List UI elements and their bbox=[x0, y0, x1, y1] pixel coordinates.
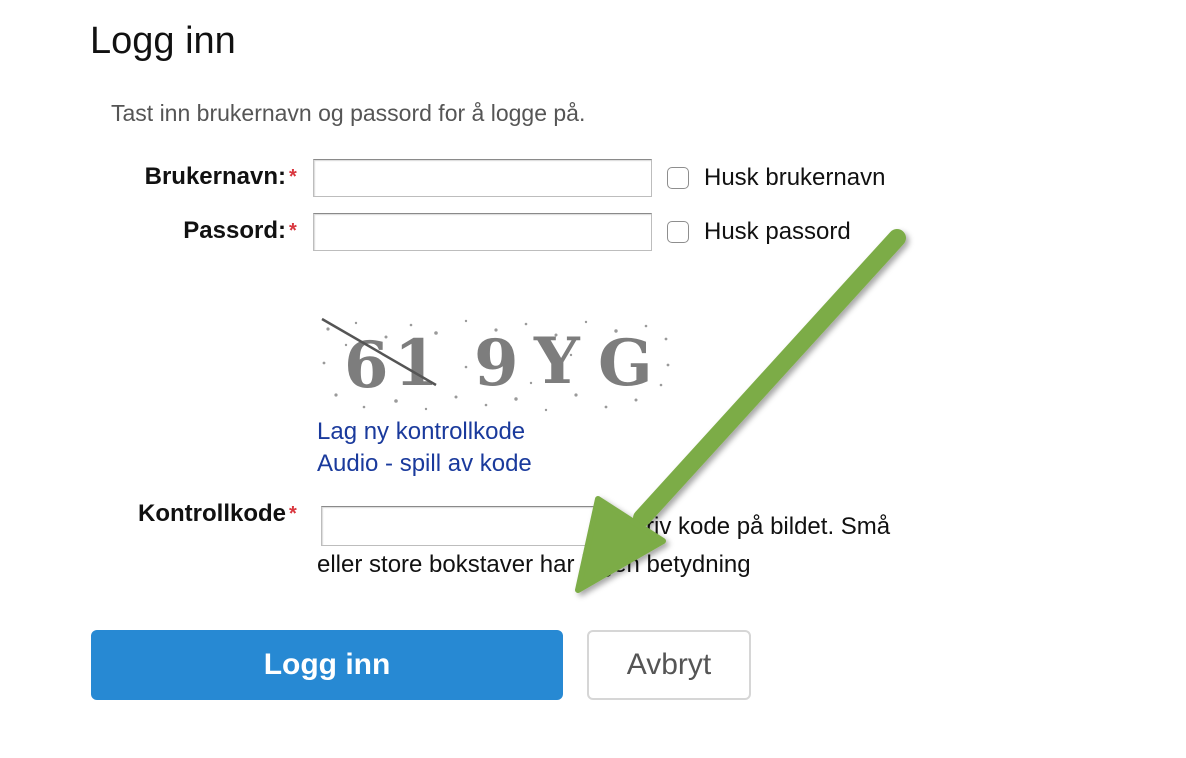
captcha-required-icon: * bbox=[289, 503, 297, 525]
remember-password-label: Husk passord bbox=[704, 218, 851, 245]
svg-text:6: 6 bbox=[344, 328, 389, 403]
password-required-icon: * bbox=[289, 220, 297, 242]
cancel-button[interactable]: Avbryt bbox=[587, 630, 751, 700]
password-label: Passord: bbox=[183, 217, 286, 244]
captcha-help-line1: Skriv kode på bildet. Små bbox=[618, 513, 891, 540]
svg-text:9: 9 bbox=[474, 326, 519, 401]
remember-password-checkbox[interactable] bbox=[667, 221, 689, 243]
audio-captcha-link[interactable]: Audio - spill av kode bbox=[317, 450, 532, 478]
svg-text:G: G bbox=[598, 326, 653, 401]
login-intro-text: Tast inn brukernavn og passord for å log… bbox=[111, 100, 586, 126]
page-title: Logg inn bbox=[90, 20, 236, 62]
password-input[interactable] bbox=[313, 213, 652, 251]
remember-username-checkbox[interactable] bbox=[667, 167, 689, 189]
svg-text:Y: Y bbox=[533, 324, 581, 399]
username-required-icon: * bbox=[289, 166, 297, 188]
captcha-image: 6 1 9 Y G bbox=[316, 315, 676, 415]
captcha-code-label: Kontrollkode bbox=[138, 500, 286, 527]
remember-username-label: Husk brukernavn bbox=[704, 164, 886, 191]
captcha-help-line2: eller store bokstaver har ingen betydnin… bbox=[317, 551, 751, 578]
login-button[interactable]: Logg inn bbox=[91, 630, 563, 700]
new-captcha-link[interactable]: Lag ny kontrollkode bbox=[317, 418, 525, 446]
captcha-input[interactable] bbox=[321, 506, 612, 546]
username-input[interactable] bbox=[313, 159, 652, 197]
username-label: Brukernavn: bbox=[144, 163, 286, 190]
